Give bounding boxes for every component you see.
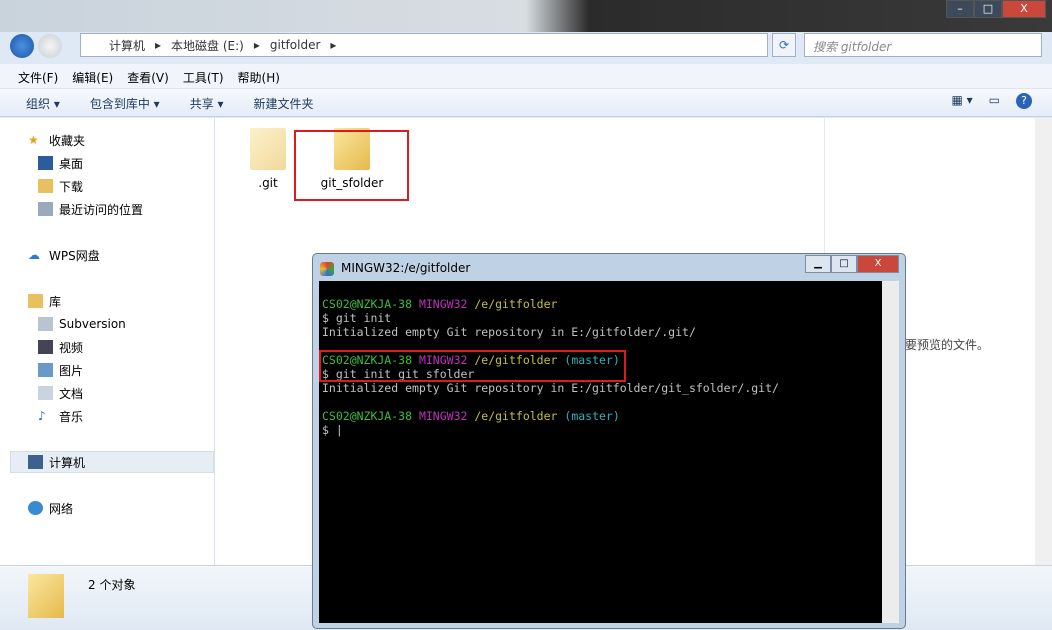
nav-libraries[interactable]: 库	[28, 291, 61, 311]
address-row: 计算机 ▸ 本地磁盘 (E:) ▸ gitfolder ▸ ⟳ 搜索 gitfolde…	[0, 33, 1052, 59]
menu-view[interactable]: 查看(V)	[127, 69, 169, 85]
menu-edit[interactable]: 编辑(E)	[72, 69, 113, 85]
preview-pane-icon[interactable]: ▭	[989, 93, 1000, 109]
object-count: 2 个对象	[88, 578, 136, 592]
folder-icon	[250, 128, 286, 170]
command-highlight-box	[319, 350, 626, 382]
nav-network[interactable]: 网络	[28, 498, 73, 518]
terminal-maximize-button[interactable]: □	[831, 255, 857, 273]
toolbar: 组织 ▾ 包含到库中 ▾ 共享 ▾ 新建文件夹 ▦ ▾ ▭ ?	[0, 89, 1052, 117]
menu-tools[interactable]: 工具(T)	[183, 69, 224, 85]
breadcrumb-computer[interactable]: 计算机	[109, 37, 145, 54]
nav-desktop[interactable]: 桌面	[38, 153, 83, 173]
address-bar[interactable]: 计算机 ▸ 本地磁盘 (E:) ▸ gitfolder ▸	[80, 33, 768, 57]
cloud-icon: ☁	[28, 248, 40, 262]
recent-places-icon	[38, 202, 53, 216]
computer-icon	[28, 455, 43, 469]
nav-pictures[interactable]: 图片	[38, 360, 83, 380]
desktop-icon	[38, 156, 53, 170]
organize-button[interactable]: 组织 ▾	[26, 95, 60, 111]
share-button[interactable]: 共享 ▾	[190, 95, 224, 111]
library-icon	[28, 294, 43, 308]
breadcrumb-drive[interactable]: 本地磁盘 (E:)	[171, 37, 244, 54]
menu-help[interactable]: 帮助(H)	[238, 69, 280, 85]
nav-favorites[interactable]: ★ 收藏夹	[28, 130, 85, 150]
terminal-window: MINGW32:/e/gitfolder ▁ □ X CS02@NZKJA-38…	[312, 253, 906, 629]
scrollbar[interactable]	[1035, 118, 1052, 565]
nav-recent[interactable]: 最近访问的位置	[38, 199, 143, 219]
nav-music[interactable]: ♪ 音乐	[38, 406, 83, 426]
nav-subversion[interactable]: Subversion	[38, 314, 126, 334]
maximize-button[interactable]: □	[974, 0, 1002, 18]
forward-button[interactable]	[38, 34, 62, 58]
menu-file[interactable]: 文件(F)	[18, 69, 58, 85]
terminal-scrollbar[interactable]	[882, 281, 899, 623]
terminal-output[interactable]: CS02@NZKJA-38 MINGW32 /e/gitfolder $ git…	[319, 281, 899, 623]
highlight-box	[294, 130, 409, 201]
nav-computer[interactable]: 计算机	[28, 452, 85, 472]
close-button[interactable]: X	[1002, 0, 1046, 18]
document-icon	[38, 386, 53, 400]
star-icon: ★	[28, 133, 39, 147]
refresh-button[interactable]: ⟳	[772, 33, 796, 57]
nav-documents[interactable]: 文档	[38, 383, 83, 403]
git-icon	[320, 262, 334, 276]
minimize-button[interactable]: –	[946, 0, 974, 18]
terminal-close-button[interactable]: X	[857, 255, 899, 273]
view-options-icon[interactable]: ▦ ▾	[951, 93, 972, 109]
help-icon[interactable]: ?	[1016, 93, 1032, 109]
search-input[interactable]: 搜索 gitfolder	[804, 33, 1042, 57]
picture-icon	[38, 363, 53, 377]
download-folder-icon	[38, 179, 53, 193]
library-subversion-icon	[38, 317, 53, 331]
nav-wps[interactable]: ☁ WPS网盘	[28, 245, 100, 265]
network-icon	[28, 501, 43, 515]
breadcrumb-gitfolder[interactable]: gitfolder	[270, 38, 321, 52]
terminal-minimize-button[interactable]: ▁	[805, 255, 831, 273]
navigation-pane: ★ 收藏夹 桌面 下载 最近访问的位置 ☁ WPS网盘 库 Subversion 视…	[0, 118, 215, 565]
back-button[interactable]	[10, 34, 34, 58]
new-folder-button[interactable]: 新建文件夹	[254, 95, 314, 111]
music-icon: ♪	[38, 409, 46, 423]
video-icon	[38, 340, 53, 354]
nav-videos[interactable]: 视频	[38, 337, 83, 357]
include-library-button[interactable]: 包含到库中 ▾	[90, 95, 160, 111]
title-bar: – □ X	[0, 0, 1052, 32]
nav-downloads[interactable]: 下载	[38, 176, 83, 196]
menu-bar: 文件(F) 编辑(E) 查看(V) 工具(T) 帮助(H)	[0, 64, 1052, 89]
terminal-title: MINGW32:/e/gitfolder	[341, 261, 471, 275]
folder-icon	[28, 574, 64, 618]
